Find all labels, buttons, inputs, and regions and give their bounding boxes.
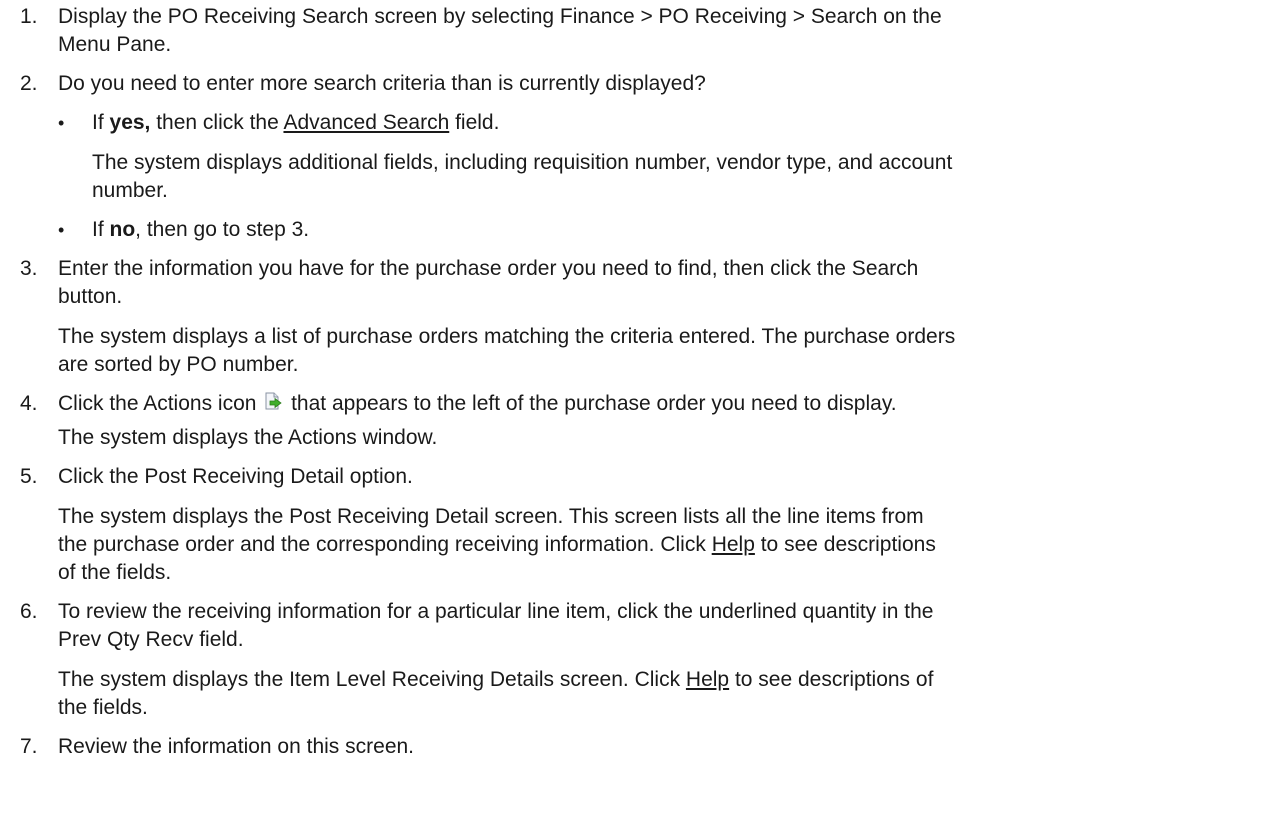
bullet-text: If no, then go to step 3.	[92, 216, 1250, 244]
step-text: Review the information on this screen.	[58, 735, 415, 758]
step-5: 5. Click the Post Receiving Detail optio…	[0, 463, 1270, 587]
note-text-post: to see descriptions	[754, 533, 936, 556]
step-3: 3. Enter the information you have for th…	[0, 255, 1270, 379]
bullet-note: The system displays additional fields, i…	[92, 149, 1250, 205]
note-line: The system displays the Item Level Recei…	[58, 666, 1250, 694]
bullet-text-post: field.	[449, 111, 500, 134]
step-number: 4.	[20, 392, 38, 415]
step-note: The system displays the Item Level Recei…	[58, 666, 1250, 722]
bullet-text-post: , then go to step 3.	[135, 218, 310, 241]
step-note: The system displays the Post Receiving D…	[58, 503, 1250, 587]
step-text-post: that appears to the left of the purchase…	[285, 392, 897, 415]
step-number: 2.	[20, 72, 38, 95]
bullet-yes: • If yes, then click the Advanced Search…	[58, 109, 1250, 205]
step-text-line: Menu Pane.	[58, 33, 172, 56]
note-line: number.	[92, 179, 168, 202]
bullet-icon: •	[58, 220, 65, 240]
step-1: 1. Display the PO Receiving Search scree…	[0, 3, 1270, 59]
actions-icon	[264, 391, 283, 410]
step-text-pre: Click the Actions icon	[58, 392, 263, 415]
step-note: The system displays a list of purchase o…	[58, 323, 1250, 379]
note-line: the fields.	[58, 696, 148, 719]
procedure-document: 1. Display the PO Receiving Search scree…	[0, 0, 1270, 761]
step-number: 3.	[20, 257, 38, 280]
note-line: The system displays a list of purchase o…	[58, 325, 956, 348]
step-text: Click the Actions icon that appears to t…	[58, 390, 1250, 418]
note-line: of the fields.	[58, 561, 172, 584]
note-line: The system displays the Post Receiving D…	[58, 505, 924, 528]
bullet-text-mid: then click the	[150, 111, 284, 134]
step-text-line: button.	[58, 285, 123, 308]
help-link[interactable]: Help	[686, 668, 729, 691]
bullet-bold: no	[109, 218, 136, 241]
bullet-text-pre: If	[92, 111, 110, 134]
bullet-list: • If yes, then click the Advanced Search…	[58, 109, 1250, 244]
step-6: 6. To review the receiving information f…	[0, 598, 1270, 722]
step-number: 6.	[20, 600, 38, 623]
bullet-text: If yes, then click the Advanced Search f…	[92, 109, 1250, 137]
note-text-pre: The system displays the Item Level Recei…	[58, 668, 686, 691]
note-line: are sorted by PO number.	[58, 353, 299, 376]
step-number: 5.	[20, 465, 38, 488]
step-number: 7.	[20, 735, 38, 758]
step-text-line: To review the receiving information for …	[58, 600, 934, 623]
note-text-pre: the purchase order and the corresponding…	[58, 533, 712, 556]
step-number: 1.	[20, 5, 38, 28]
step-text-line: Enter the information you have for the p…	[58, 257, 919, 280]
bullet-bold: yes,	[109, 111, 151, 134]
step-note: The system displays the Actions window.	[58, 426, 438, 449]
step-2: 2. Do you need to enter more search crit…	[0, 70, 1270, 244]
step-7: 7. Review the information on this screen…	[0, 733, 1270, 761]
bullet-text-pre: If	[92, 218, 110, 241]
step-text-line: Prev Qty Recv field.	[58, 628, 244, 651]
advanced-search-link[interactable]: Advanced Search	[283, 111, 449, 134]
note-line: the purchase order and the corresponding…	[58, 531, 1250, 559]
step-4: 4. Click the Actions icon that appears t…	[0, 390, 1270, 452]
bullet-icon: •	[58, 113, 65, 133]
step-text: Do you need to enter more search criteri…	[58, 72, 706, 95]
bullet-no: • If no, then go to step 3.	[58, 216, 1250, 244]
note-text-post: to see descriptions of	[729, 668, 934, 691]
step-text: Click the Post Receiving Detail option.	[58, 465, 413, 488]
help-link[interactable]: Help	[712, 533, 755, 556]
note-line: The system displays additional fields, i…	[92, 151, 953, 174]
step-text-line: Display the PO Receiving Search screen b…	[58, 5, 942, 28]
